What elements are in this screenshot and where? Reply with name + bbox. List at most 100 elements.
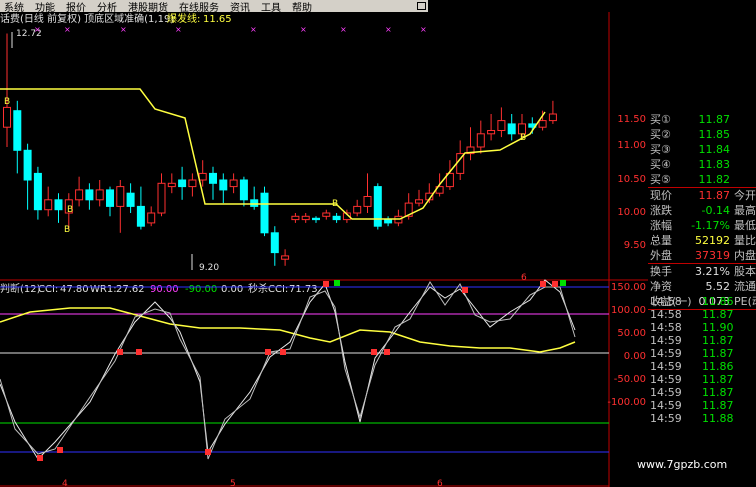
- candle-body-up: [322, 212, 331, 217]
- stat-label: 涨跌: [650, 204, 672, 217]
- bid-level-1: 买① 11.87: [648, 112, 756, 127]
- bid-label: 买③: [650, 143, 671, 156]
- stat-value: 37319: [695, 249, 730, 262]
- level-zero-value: 0.00: [221, 284, 243, 295]
- tick-time: 14:59: [650, 347, 682, 360]
- tick-time: 14:58: [650, 308, 682, 321]
- kline-chart-area[interactable]: 话费(日线 前复权) 顶底区域准确(1,19) 爆发线: 11.65 12.72…: [0, 12, 648, 487]
- star-marker: ×: [120, 25, 127, 34]
- tick-row: 14:58 11.86: [648, 295, 756, 308]
- signal-marker: [136, 349, 142, 355]
- stat-ext-label: 内盘: [734, 249, 756, 262]
- tick-row: 14:59 11.88: [648, 412, 756, 425]
- candle-body-up: [497, 120, 506, 131]
- signal-marker: [371, 349, 377, 355]
- candle-body-up: [353, 205, 362, 214]
- stat-change-pct: 涨幅 -1.17% 最低: [648, 218, 756, 233]
- menu-quote[interactable]: 报价: [62, 0, 93, 13]
- menu-help[interactable]: 帮助: [288, 0, 319, 13]
- stat-current-price: 现价 11.87 今开: [648, 188, 756, 203]
- star-marker: ×: [300, 25, 307, 34]
- price-tick: 10.00: [617, 207, 646, 218]
- candle-body-up: [188, 179, 197, 188]
- signal-marker: [334, 280, 340, 286]
- stat-ext-label: 最高: [734, 204, 756, 217]
- buy-marker: B: [64, 225, 70, 235]
- stat-ext-label: 流通: [734, 280, 756, 293]
- tick-price: 11.87: [702, 308, 734, 321]
- tick-row: 14:58 11.90: [648, 321, 756, 334]
- menu-bar: 系统 功能 报价 分析 港股期货 在线服务 资讯 工具 帮助: [0, 0, 428, 12]
- star-marker: ×: [64, 25, 71, 34]
- signal-markers: [37, 280, 566, 461]
- candle-body-down: [312, 217, 320, 221]
- candle-body-down: [250, 199, 259, 207]
- signal-marker: [280, 349, 286, 355]
- stat-label: 涨幅: [650, 219, 672, 232]
- stat-ext-label: 今开: [734, 189, 756, 202]
- stat-value: 11.87: [698, 189, 731, 202]
- cci-line: [0, 279, 576, 460]
- menu-tools[interactable]: 工具: [257, 0, 288, 13]
- menu-news[interactable]: 资讯: [226, 0, 257, 13]
- bid-price: 11.82: [698, 173, 731, 186]
- menu-function[interactable]: 功能: [31, 0, 62, 13]
- candlestick-series: [3, 33, 557, 266]
- menu-online-service[interactable]: 在线服务: [175, 0, 226, 13]
- main-chart-title: 话费(日线 前复权) 顶底区域准确(1,19): [0, 12, 174, 25]
- price-tick: 10.50: [617, 174, 646, 185]
- signal-marker: [540, 281, 546, 287]
- tick-price: 11.86: [702, 360, 734, 373]
- bid-price: 11.84: [698, 143, 731, 156]
- candle-body-down: [126, 192, 135, 207]
- tick-row: 14:59 11.87: [648, 347, 756, 360]
- candle-body-down: [219, 179, 228, 191]
- stat-value: 52192: [695, 234, 730, 247]
- tick-time: 14:59: [650, 386, 682, 399]
- signal-marker: [265, 349, 271, 355]
- stat-turnover: 换手 3.21% 股本: [648, 264, 756, 279]
- cci-tick: 100.00: [611, 305, 646, 316]
- bid-level-5: 买⑤ 11.82: [648, 172, 756, 187]
- tick-row: 14:59 11.87: [648, 399, 756, 412]
- tick-price: 11.87: [702, 347, 734, 360]
- level-90-value: 90.00: [150, 284, 179, 295]
- candle-body-up: [44, 199, 53, 211]
- menu-system[interactable]: 系统: [0, 0, 31, 13]
- cci-tick: 50.00: [617, 328, 646, 339]
- cci-tick: -100.00: [607, 397, 646, 408]
- candle-body-down: [54, 199, 63, 211]
- level-neg90-value: -90.00: [185, 284, 217, 295]
- tick-price: 11.88: [702, 412, 734, 425]
- tick-price: 11.87: [702, 399, 734, 412]
- candle-body-down: [85, 189, 94, 201]
- stat-label: 外盘: [650, 249, 672, 262]
- tick-price: 11.86: [702, 295, 734, 308]
- wr1-value: 27.62: [116, 284, 145, 295]
- stat-label: 换手: [650, 265, 672, 278]
- stat-value: -0.14: [701, 204, 730, 217]
- candle-body-down: [136, 205, 145, 227]
- signal-marker: [205, 449, 211, 455]
- candle-body-up: [291, 215, 300, 221]
- buy-marker: B: [67, 205, 73, 215]
- tick-time: 14:58: [650, 295, 682, 308]
- candle-body-down: [23, 149, 32, 181]
- date-tick: 6: [437, 479, 443, 487]
- window-restore-icon[interactable]: [414, 0, 428, 12]
- bid-price: 11.87: [698, 113, 731, 126]
- stat-net-asset: 净资 5.52 流通: [648, 279, 756, 294]
- signal-marker: [462, 287, 468, 293]
- cci-axis: 150.00 100.00 50.00 0.00 -50.00 -100.00: [607, 282, 646, 408]
- bid-label: 买①: [650, 113, 671, 126]
- stat-ext-label: 量比: [734, 234, 756, 247]
- star-marker: ×: [340, 25, 347, 34]
- candle-body-down: [507, 123, 516, 135]
- candle-body-down: [239, 179, 248, 201]
- candle-body-up: [116, 186, 125, 207]
- menu-analysis[interactable]: 分析: [93, 0, 124, 13]
- candle-body-down: [178, 179, 187, 188]
- cci-value: 47.80: [60, 284, 89, 295]
- candle-body-up: [198, 172, 207, 181]
- menu-hk-futures[interactable]: 港股期货: [124, 0, 175, 13]
